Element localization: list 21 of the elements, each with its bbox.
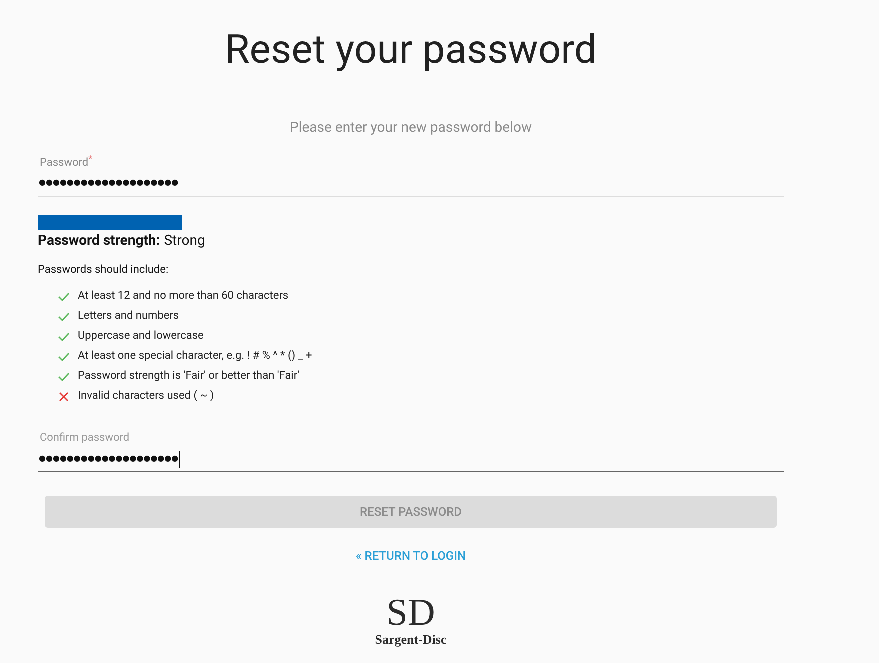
logo-name: Sargent-Disc [375,633,447,647]
password-field[interactable]: Password* ●●●●●●●●●●●●●●●●●●●● [38,155,784,196]
confirm-password-value: ●●●●●●●●●●●●●●●●●●●● [39,453,179,465]
field-label: Password [40,156,89,171]
strength-value: Strong [164,232,206,250]
rule-text: Uppercase and lowercase [78,328,204,344]
confirm-password-field[interactable]: Confirm password ●●●●●●●●●●●●●●●●●●●● [38,424,784,472]
subtitle: Please enter your new password below [290,119,532,138]
rule-text: Letters and numbers [78,308,180,324]
required-mark: * [88,155,92,167]
logo-monogram: SD [386,593,436,633]
strength-label: Password strength: [38,232,160,250]
text-cursor [178,450,180,468]
rules-heading: Passwords should include: [38,262,170,278]
rule-text: Password strength is 'Fair' or better than 'Fair' [78,368,300,384]
rule-text: Invalid characters used ( ~ ) [78,388,214,404]
rule-text: At least one special character, e.g. ! # % ^ * () _ + [78,348,312,364]
field-label: Confirm password [40,431,130,444]
page-title: Reset your password [225,26,597,74]
password-value: ●●●●●●●●●●●●●●●●●●●● [39,176,180,188]
rule-text: At least 12 and no more than 60 characters [78,288,289,304]
